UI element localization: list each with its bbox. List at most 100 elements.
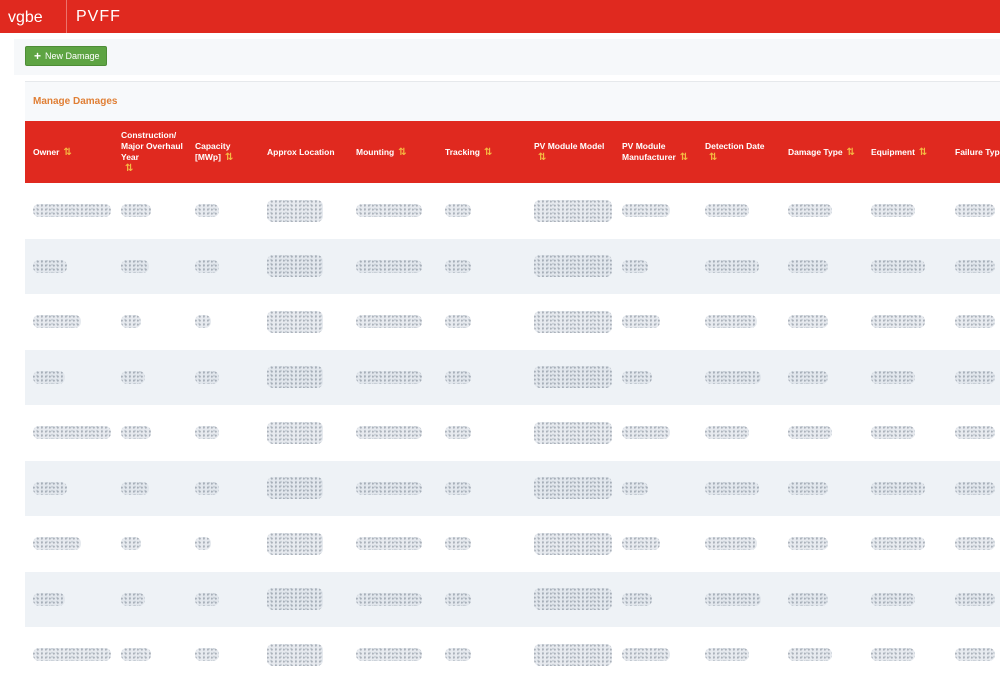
sort-icon[interactable]: ⇅ <box>919 147 927 158</box>
column-header-construction-year[interactable]: Construction/ Major Overhaul Year ⇅ <box>113 121 187 183</box>
redacted-value <box>705 259 759 273</box>
table-row[interactable] <box>25 183 1000 239</box>
redacted-value <box>871 537 925 551</box>
sort-icon[interactable]: ⇅ <box>484 147 492 158</box>
sort-icon[interactable]: ⇅ <box>709 152 717 163</box>
table-cell <box>947 572 1000 628</box>
table-row[interactable] <box>25 627 1000 683</box>
table-row[interactable] <box>25 349 1000 406</box>
column-header-tracking[interactable]: Tracking ⇅ <box>437 121 526 183</box>
new-damage-button[interactable]: + New Damage <box>25 46 107 66</box>
table-cell <box>863 572 947 628</box>
redacted-value <box>445 481 471 495</box>
redacted-value <box>534 588 612 611</box>
redacted-value <box>445 370 471 384</box>
table-cell <box>697 239 780 295</box>
column-header-owner[interactable]: Owner ⇅ <box>25 121 113 183</box>
table-row[interactable] <box>25 460 1000 517</box>
redacted-value <box>445 204 471 218</box>
table-cell <box>614 350 697 406</box>
redacted-value <box>195 204 219 218</box>
redacted-value <box>788 259 828 273</box>
table-cell <box>780 183 863 239</box>
table-cell <box>25 516 113 572</box>
column-header-pv-module-model[interactable]: PV Module Model ⇅ <box>526 121 614 183</box>
redacted-value <box>955 426 995 440</box>
table-cell <box>25 461 113 517</box>
redacted-value <box>356 259 422 273</box>
redacted-value <box>267 643 323 666</box>
column-header-failure-type[interactable]: Failure Type <box>947 121 1000 183</box>
sort-icon[interactable]: ⇅ <box>225 152 233 163</box>
redacted-value <box>33 648 111 662</box>
redacted-value <box>705 426 749 440</box>
sort-icon[interactable]: ⇅ <box>63 147 71 158</box>
table-cell <box>437 183 526 239</box>
column-header-mounting[interactable]: Mounting ⇅ <box>348 121 437 183</box>
sort-icon[interactable]: ⇅ <box>538 152 546 163</box>
table-cell <box>863 350 947 406</box>
redacted-value <box>955 259 995 273</box>
column-header-approx-location[interactable]: Approx Location <box>259 121 348 183</box>
redacted-value <box>33 537 81 551</box>
table-cell <box>437 405 526 461</box>
redacted-value <box>955 204 995 218</box>
sort-icon[interactable]: ⇅ <box>125 163 133 174</box>
redacted-value <box>356 315 422 329</box>
table-cell <box>526 516 614 572</box>
redacted-value <box>534 366 612 389</box>
table-cell <box>697 405 780 461</box>
table-cell <box>697 183 780 239</box>
table-cell <box>259 572 348 628</box>
redacted-value <box>705 648 749 662</box>
redacted-value <box>955 370 995 384</box>
redacted-value <box>356 592 422 606</box>
redacted-value <box>121 537 141 551</box>
column-header-capacity[interactable]: Capacity [MWp] ⇅ <box>187 121 259 183</box>
table-cell <box>526 461 614 517</box>
table-row[interactable] <box>25 516 1000 572</box>
redacted-value <box>356 648 422 662</box>
table-cell <box>259 461 348 517</box>
sort-icon[interactable]: ⇅ <box>680 152 688 163</box>
table-cell <box>113 516 187 572</box>
table-cell <box>526 183 614 239</box>
table-cell <box>348 572 437 628</box>
table-cell <box>614 183 697 239</box>
brand-logo[interactable]: vgbe <box>0 0 67 33</box>
redacted-value <box>195 592 219 606</box>
sort-icon[interactable]: ⇅ <box>847 147 855 158</box>
main-content: + New Damage Manage Damages Owner ⇅ Const… <box>0 33 1000 700</box>
table-row[interactable] <box>25 294 1000 350</box>
table-cell <box>187 572 259 628</box>
table-cell <box>947 183 1000 239</box>
redacted-value <box>195 259 219 273</box>
table-cell <box>863 405 947 461</box>
redacted-value <box>705 592 761 606</box>
redacted-value <box>622 648 670 662</box>
table-cell <box>259 239 348 295</box>
column-header-pv-module-manufacturer[interactable]: PV Module Manufacturer ⇅ <box>614 121 697 183</box>
column-header-detection-date[interactable]: Detection Date ⇅ <box>697 121 780 183</box>
table-cell <box>947 294 1000 350</box>
table-cell <box>187 239 259 295</box>
redacted-value <box>788 481 828 495</box>
table-cell <box>437 627 526 683</box>
table-row[interactable] <box>25 238 1000 295</box>
table-cell <box>437 239 526 295</box>
redacted-value <box>622 537 660 551</box>
table-cell <box>113 183 187 239</box>
table-cell <box>187 461 259 517</box>
redacted-value <box>445 315 471 329</box>
redacted-value <box>33 259 67 273</box>
table-row[interactable] <box>25 405 1000 461</box>
table-cell <box>259 183 348 239</box>
sort-icon[interactable]: ⇅ <box>398 147 406 158</box>
redacted-value <box>871 370 915 384</box>
table-row[interactable] <box>25 571 1000 628</box>
redacted-value <box>195 315 211 329</box>
column-header-equipment[interactable]: Equipment ⇅ <box>863 121 947 183</box>
redacted-value <box>121 259 149 273</box>
table-cell <box>187 294 259 350</box>
column-header-damage-type[interactable]: Damage Type ⇅ <box>780 121 863 183</box>
